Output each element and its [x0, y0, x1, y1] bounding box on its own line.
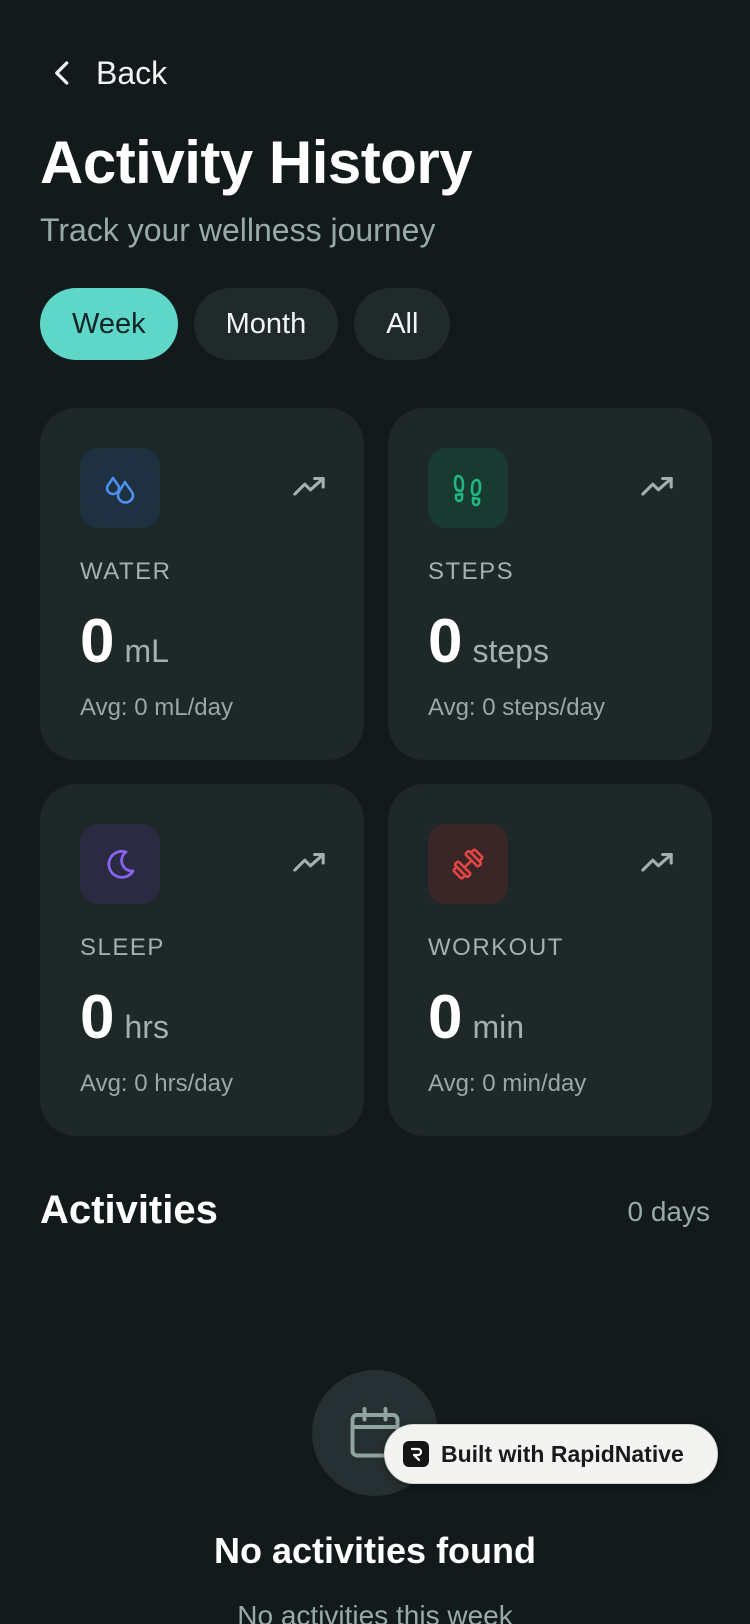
stat-unit: min: [472, 1009, 525, 1045]
stat-value: 0: [428, 607, 463, 676]
steps-icon-tile: [428, 448, 508, 528]
stat-card-steps[interactable]: STEPS 0 steps Avg: 0 steps/day: [388, 408, 712, 760]
filter-month[interactable]: Month: [193, 288, 339, 360]
stat-unit: hrs: [124, 1009, 169, 1045]
stat-label: WORKOUT: [428, 934, 564, 961]
back-button[interactable]: Back: [48, 50, 167, 96]
stat-value: 0: [80, 983, 115, 1052]
workout-icon-tile: [428, 824, 508, 904]
activities-count: 0 days: [627, 1196, 711, 1227]
chevron-left-icon: [55, 61, 69, 85]
empty-state-subtitle: No activities this week: [237, 1600, 513, 1624]
built-with-badge[interactable]: Built with RapidNative: [384, 1424, 718, 1484]
stat-value-row: 0 mL: [80, 606, 169, 677]
stat-card-sleep[interactable]: SLEEP 0 hrs Avg: 0 hrs/day: [40, 784, 364, 1136]
filter-all[interactable]: All: [354, 288, 451, 360]
stat-average: Avg: 0 hrs/day: [80, 1070, 233, 1097]
badge-text: Built with RapidNative: [441, 1440, 684, 1467]
activities-heading: Activities: [40, 1188, 218, 1232]
water-drops-icon: [105, 476, 135, 504]
stat-card-workout[interactable]: WORKOUT 0 min Avg: 0 min/day: [388, 784, 712, 1136]
trending-up-icon: [293, 852, 325, 872]
stat-unit: mL: [124, 633, 169, 669]
period-filter: Week Month All: [40, 288, 451, 360]
stat-unit: steps: [472, 633, 549, 669]
stat-average: Avg: 0 steps/day: [428, 694, 605, 721]
stat-value: 0: [428, 983, 463, 1052]
page-subtitle: Track your wellness journey: [40, 212, 436, 248]
empty-state-title: No activities found: [213, 1530, 537, 1571]
activity-history-screen: Back Activity History Track your wellnes…: [0, 0, 750, 1624]
stat-label: WATER: [80, 558, 172, 585]
moon-icon: [107, 849, 135, 879]
page-title: Activity History: [40, 129, 473, 196]
stat-value: 0: [80, 607, 115, 676]
rapidnative-logo-icon: [403, 1441, 429, 1467]
back-label: Back: [96, 54, 168, 91]
stat-card-water[interactable]: WATER 0 mL Avg: 0 mL/day: [40, 408, 364, 760]
stat-value-row: 0 hrs: [80, 982, 169, 1053]
trending-up-icon: [641, 476, 673, 496]
stat-label: STEPS: [428, 558, 515, 585]
sleep-icon-tile: [80, 824, 160, 904]
trending-up-icon: [293, 476, 325, 496]
stat-value-row: 0 min: [428, 982, 524, 1053]
stat-value-row: 0 steps: [428, 606, 549, 677]
stat-average: Avg: 0 min/day: [428, 1070, 587, 1097]
footprints-icon: [453, 474, 482, 507]
filter-week[interactable]: Week: [40, 288, 178, 360]
trending-up-icon: [641, 852, 673, 872]
dumbbell-icon: [452, 848, 484, 880]
stat-label: SLEEP: [80, 934, 165, 961]
stat-average: Avg: 0 mL/day: [80, 694, 233, 721]
water-icon-tile: [80, 448, 160, 528]
